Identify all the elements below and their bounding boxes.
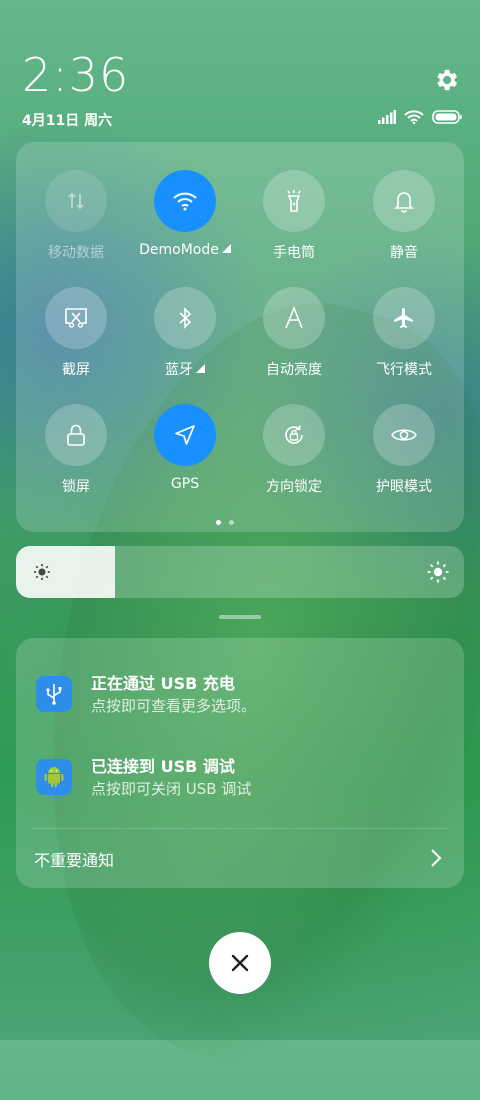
unimportant-notifications-label: 不重要通知 [34,851,115,870]
usb-icon [46,684,62,705]
tile-flashlight-label: 手电筒 [273,245,315,261]
tile-screenshot[interactable]: 截屏 [21,287,131,397]
location-icon [175,425,195,445]
tile-gps[interactable]: GPS [130,404,240,514]
tile-rotation-lock-label: 方向锁定 [266,479,322,495]
chevron-right-icon [431,849,442,867]
notification-title: 正在通过 USB 充电 [91,674,235,693]
rotation-lock-icon [285,425,303,444]
tile-eye-comfort-button[interactable] [373,404,435,466]
page-indicator [216,520,234,525]
tile-screenshot-button[interactable] [45,287,107,349]
gear-icon[interactable] [432,66,460,94]
wifi-network-name: DemoMode [139,242,219,258]
clear-notifications-button[interactable] [209,932,271,994]
unimportant-notifications-row[interactable]: 不重要通知 [16,836,464,880]
notification-app-icon [36,676,72,712]
clock: 2:36 [22,48,130,102]
android-icon [44,767,64,788]
drag-handle[interactable] [219,615,261,619]
brightness-high-icon [427,561,449,583]
tile-airplane-button[interactable] [373,287,435,349]
tile-bluetooth[interactable]: 蓝牙 [130,287,240,397]
tile-airplane-label: 飞行模式 [376,362,432,378]
date: 4月11日 周六 [22,113,113,129]
tile-wifi[interactable]: DemoMode [130,170,240,280]
notification-panel: 正在通过 USB 充电 点按即可查看更多选项。 已连接到 USB 调试 点按即可… [16,638,464,888]
tile-wifi-label: DemoMode [139,242,231,258]
quick-settings-panel: 移动数据 DemoMode 手电筒 静音 截屏 蓝牙 自动亮度 飞行模式 锁屏 … [16,142,464,532]
tile-mobile-data-label: 移动数据 [48,245,104,261]
submenu-indicator-icon [221,244,231,253]
page-dot-1 [216,520,221,525]
tile-wifi-button[interactable] [154,170,216,232]
notification-title: 已连接到 USB 调试 [91,757,235,776]
flashlight-icon [287,190,301,212]
tile-airplane[interactable]: 飞行模式 [349,287,459,397]
signal-icon [378,110,396,124]
tile-flashlight[interactable]: 手电筒 [239,170,349,280]
brightness-low-icon [34,564,50,580]
notification-body: 点按即可关闭 USB 调试 [91,780,252,798]
system-icons [378,108,462,126]
tile-lock-screen-button[interactable] [45,404,107,466]
airplane-icon [394,308,413,328]
eye-icon [391,429,417,441]
tile-mute-label: 静音 [390,245,418,261]
tile-rotation-lock-button[interactable] [263,404,325,466]
notification-body: 点按即可查看更多选项。 [91,697,257,715]
notification-divider [32,828,448,829]
tile-lock-screen-label: 锁屏 [62,479,90,495]
tile-auto-brightness-label: 自动亮度 [266,362,322,378]
battery-icon [432,110,462,124]
page-dot-2 [229,520,234,525]
wifi-icon [404,110,424,124]
tile-rotation-lock[interactable]: 方向锁定 [239,404,349,514]
close-icon [231,954,249,972]
tile-gps-label: GPS [170,476,200,492]
bell-icon [394,192,414,213]
tile-gps-button[interactable] [154,404,216,466]
tile-screenshot-label: 截屏 [62,362,90,378]
tile-eye-comfort-label: 护眼模式 [376,479,432,495]
tile-auto-brightness-button[interactable] [263,287,325,349]
tile-mute-button[interactable] [373,170,435,232]
brightness-fill [16,546,115,598]
tile-mute[interactable]: 静音 [349,170,459,280]
notification-app-icon [36,759,72,795]
bluetooth-label-text: 蓝牙 [165,362,193,378]
tile-auto-brightness[interactable]: 自动亮度 [239,287,349,397]
status-header: 2:36 4月11日 周六 [0,0,480,140]
bluetooth-icon [179,307,192,329]
tile-bluetooth-label: 蓝牙 [165,359,205,379]
tile-lock-screen[interactable]: 锁屏 [21,404,131,514]
screenshot-icon [65,308,87,328]
auto-brightness-icon [285,306,303,329]
notification-usb-charging[interactable]: 正在通过 USB 充电 点按即可查看更多选项。 [16,668,464,728]
mobile-data-icon [68,192,84,210]
tile-bluetooth-button[interactable] [154,287,216,349]
tile-mobile-data-button[interactable] [45,170,107,232]
notification-usb-debugging[interactable]: 已连接到 USB 调试 点按即可关闭 USB 调试 [16,751,464,811]
brightness-slider[interactable] [16,546,464,598]
wifi-icon [173,192,197,211]
submenu-indicator-icon [196,364,205,373]
quick-settings-grid: 移动数据 DemoMode 手电筒 静音 截屏 蓝牙 自动亮度 飞行模式 锁屏 … [16,142,464,532]
lock-icon [67,424,85,446]
tile-eye-comfort[interactable]: 护眼模式 [349,404,459,514]
tile-flashlight-button[interactable] [263,170,325,232]
tile-mobile-data[interactable]: 移动数据 [21,170,131,280]
